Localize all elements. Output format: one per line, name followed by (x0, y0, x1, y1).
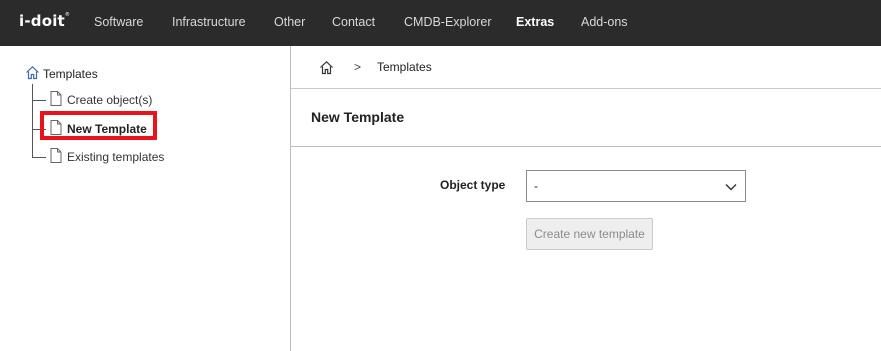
tree-item-existing-templates[interactable]: Existing templates (50, 148, 165, 166)
create-new-template-button[interactable]: Create new template (526, 218, 653, 250)
tree-item-create-objects[interactable]: Create object(s) (50, 91, 153, 109)
chevron-down-icon (725, 180, 737, 194)
object-type-label: Object type (440, 178, 506, 192)
app-logo[interactable]: i-doit® (19, 12, 70, 30)
breadcrumb-item-templates[interactable]: Templates (377, 60, 432, 74)
object-type-select[interactable]: - (526, 170, 746, 202)
breadcrumb: > Templates (291, 46, 881, 89)
nav-item-software[interactable]: Software (94, 15, 143, 29)
nav-item-other[interactable]: Other (274, 15, 305, 29)
nav-item-contact[interactable]: Contact (332, 15, 375, 29)
tree-root-templates[interactable]: Templates (25, 65, 98, 83)
logo-text: i-doit (19, 12, 65, 30)
tree-item-label: Existing templates (67, 150, 165, 164)
selection-highlight-box (40, 111, 157, 140)
sidebar-tree: Templates Create object(s) New Template (0, 46, 291, 351)
document-icon (50, 148, 62, 166)
top-navigation-bar: i-doit® Software Infrastructure Other Co… (0, 0, 881, 46)
document-icon (50, 91, 62, 109)
breadcrumb-separator: > (354, 60, 362, 74)
nav-item-add-ons[interactable]: Add-ons (581, 15, 628, 29)
object-type-value: - (534, 179, 538, 193)
home-icon[interactable] (319, 60, 334, 78)
nav-item-infrastructure[interactable]: Infrastructure (172, 15, 246, 29)
nav-item-cmdb-explorer[interactable]: CMDB-Explorer (404, 15, 492, 29)
tree-connector (32, 84, 33, 157)
home-icon (25, 65, 40, 83)
tree-connector (32, 100, 46, 101)
logo-mark: ® (64, 12, 71, 18)
page-title: New Template (311, 109, 405, 125)
page-header: New Template (291, 89, 881, 147)
nav-item-extras[interactable]: Extras (516, 15, 554, 29)
tree-item-label: Create object(s) (67, 93, 153, 107)
tree-root-label: Templates (43, 67, 98, 81)
tree-connector (32, 157, 46, 158)
